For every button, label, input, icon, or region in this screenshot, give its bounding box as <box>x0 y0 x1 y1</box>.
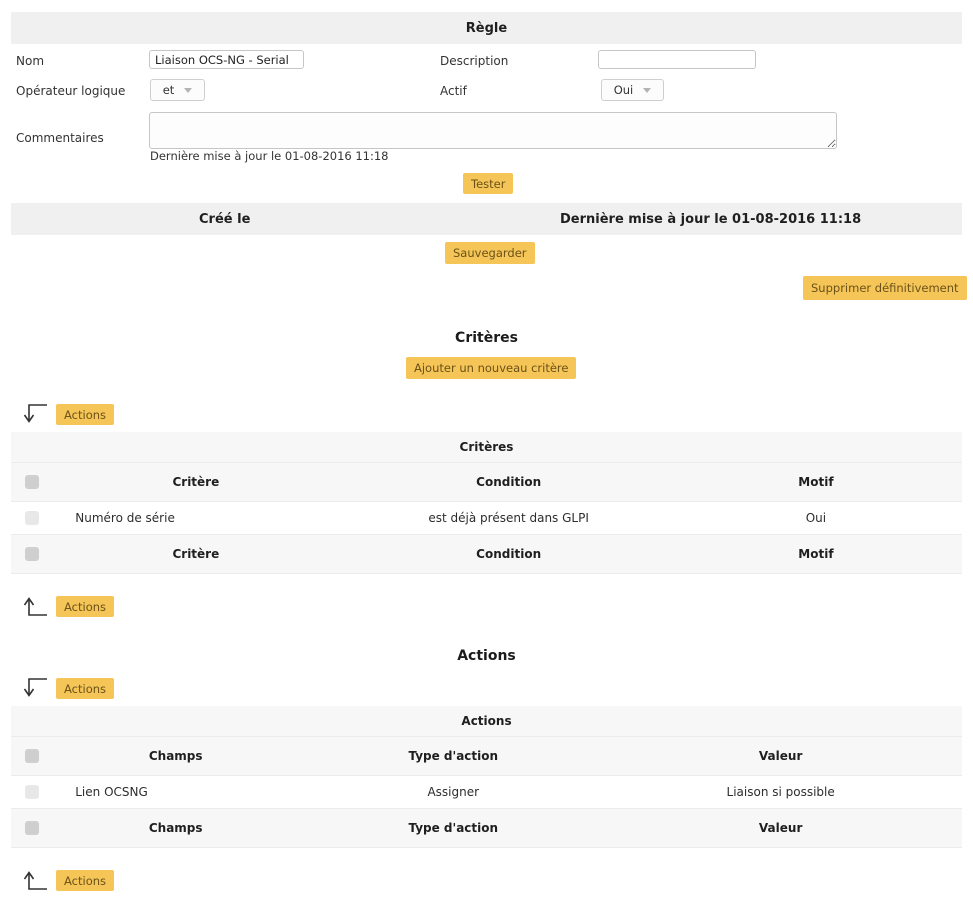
select-all-cell-top[interactable] <box>11 735 46 776</box>
criteres-table-caption: Critères <box>11 432 962 463</box>
actions-col-valeur-bottom: Valeur <box>599 807 962 848</box>
actions-table-header-row-top: Champs Type d'action Valeur <box>11 735 962 776</box>
actions-table-header-row-bottom: Champs Type d'action Valeur <box>11 807 962 848</box>
arrow-up-icon <box>20 595 48 620</box>
actions-col-type-top: Type d'action <box>307 735 600 776</box>
criteres-section-heading: Critères <box>455 330 518 346</box>
chevron-down-icon <box>184 87 193 93</box>
select-all-checkbox-top[interactable] <box>25 748 39 763</box>
select-all-checkbox-bottom[interactable] <box>25 820 39 835</box>
last-update-note: Dernière mise à jour le 01-08-2016 11:18 <box>150 149 389 163</box>
cell-champs: Lien OCSNG <box>45 775 308 809</box>
actif-value: Oui <box>613 83 634 97</box>
cell-motif: Oui <box>669 501 962 535</box>
rule-meta-bar: Créé le Dernière mise à jour le 01-08-20… <box>11 203 962 235</box>
criteres-table-header-row-top: Critère Condition Motif <box>11 461 962 502</box>
operateur-logique-label: Opérateur logique <box>16 84 126 98</box>
arrow-down-icon <box>20 677 48 702</box>
criteres-col-condition-top: Condition <box>347 461 670 502</box>
updated-at-label: Dernière mise à jour le 01-08-2016 11:18 <box>560 211 862 227</box>
select-all-cell-top[interactable] <box>11 461 46 502</box>
actions-actions-button-top[interactable]: Actions <box>56 678 115 699</box>
operateur-logique-value: et <box>162 83 175 97</box>
actions-col-champs-top: Champs <box>45 735 308 776</box>
rule-panel-title: Règle <box>465 20 508 36</box>
cell-critere: Numéro de série <box>45 501 348 535</box>
arrow-up-icon <box>20 869 48 894</box>
select-all-cell-bottom[interactable] <box>11 807 46 848</box>
rule-configuration-page: Règle Nom Description Opérateur logique … <box>0 0 973 913</box>
commentaires-textarea[interactable] <box>149 112 837 149</box>
criteres-col-condition-bottom: Condition <box>347 533 670 574</box>
actions-section-heading: Actions <box>457 648 516 664</box>
row-select-cell[interactable] <box>11 775 46 809</box>
supprimer-definitivement-button[interactable]: Supprimer définitivement <box>803 276 967 300</box>
criteres-table-header-row-bottom: Critère Condition Motif <box>11 533 962 574</box>
select-all-cell-bottom[interactable] <box>11 533 46 574</box>
criteres-col-motif-bottom: Motif <box>669 533 962 574</box>
cell-condition: est déjà présent dans GLPI <box>347 501 670 535</box>
nom-input[interactable] <box>149 50 304 69</box>
row-select-cell[interactable] <box>11 501 46 535</box>
ajouter-critere-button[interactable]: Ajouter un nouveau critère <box>406 357 577 379</box>
criteres-actions-button-top[interactable]: Actions <box>56 404 115 425</box>
table-row[interactable]: Numéro de série est déjà présent dans GL… <box>11 501 962 535</box>
criteres-col-critere-bottom: Critère <box>45 533 348 574</box>
row-checkbox[interactable] <box>25 784 39 799</box>
criteres-actions-button-bottom[interactable]: Actions <box>56 596 115 617</box>
criteres-table: Critères Critère Condition Motif Numéro … <box>11 432 962 574</box>
cell-type-action: Assigner <box>307 775 600 809</box>
table-row[interactable]: Lien OCSNG Assigner Liaison si possible <box>11 775 962 809</box>
rule-panel-header: Règle <box>11 12 962 44</box>
criteres-table-caption-row: Critères <box>11 432 962 463</box>
chevron-down-icon <box>643 87 652 93</box>
description-input[interactable] <box>598 50 756 69</box>
operateur-logique-select[interactable]: et <box>150 79 205 101</box>
actif-select[interactable]: Oui <box>601 79 664 101</box>
actions-table-caption: Actions <box>11 706 962 737</box>
commentaires-label: Commentaires <box>16 131 104 145</box>
sauvegarder-button[interactable]: Sauvegarder <box>445 242 535 264</box>
criteres-col-critere-top: Critère <box>45 461 348 502</box>
cell-valeur: Liaison si possible <box>599 775 962 809</box>
arrow-down-icon <box>20 403 48 428</box>
tester-button[interactable]: Tester <box>463 173 514 194</box>
criteres-col-motif-top: Motif <box>669 461 962 502</box>
actions-col-valeur-top: Valeur <box>599 735 962 776</box>
actif-label: Actif <box>440 84 467 98</box>
row-checkbox[interactable] <box>25 510 39 525</box>
actions-col-type-bottom: Type d'action <box>307 807 600 848</box>
actions-actions-button-bottom[interactable]: Actions <box>56 870 115 891</box>
select-all-checkbox-top[interactable] <box>25 474 39 489</box>
select-all-checkbox-bottom[interactable] <box>25 546 39 561</box>
description-label: Description <box>440 54 509 68</box>
actions-table-caption-row: Actions <box>11 706 962 737</box>
actions-col-champs-bottom: Champs <box>45 807 308 848</box>
created-at-label: Créé le <box>199 211 251 227</box>
actions-table: Actions Champs Type d'action Valeur Lien… <box>11 706 962 848</box>
nom-label: Nom <box>16 54 45 68</box>
